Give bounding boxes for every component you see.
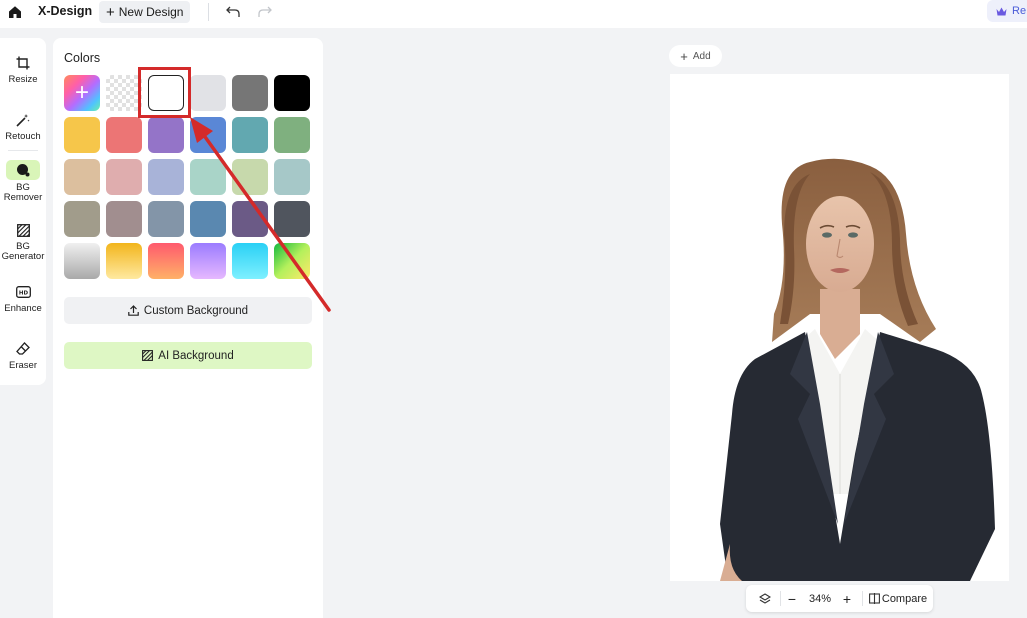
color-swatch[interactable]: [190, 243, 226, 279]
upgrade-label: Re: [1012, 5, 1027, 17]
plus-icon: +: [106, 3, 115, 21]
zoom-in-button[interactable]: +: [839, 589, 855, 608]
color-swatch[interactable]: [274, 117, 310, 153]
color-swatch[interactable]: [64, 243, 100, 279]
add-color-swatch[interactable]: +: [64, 75, 100, 111]
portrait-photo: [720, 158, 995, 581]
zoom-out-button[interactable]: −: [784, 589, 800, 608]
tool-bg-generator[interactable]: BG Generator: [0, 221, 46, 262]
undo-button[interactable]: [224, 3, 242, 21]
color-swatch[interactable]: [106, 201, 142, 237]
design-canvas[interactable]: [670, 74, 1009, 581]
tool-divider: [8, 150, 38, 151]
toolbar-divider: [862, 591, 863, 606]
toolbar-divider: [780, 591, 781, 606]
color-swatch[interactable]: [232, 243, 268, 279]
tool-label: BG Remover: [3, 182, 43, 203]
redo-icon: [258, 6, 272, 17]
hatch-square-icon: [142, 350, 154, 361]
color-swatch[interactable]: [274, 201, 310, 237]
upload-icon: [128, 305, 139, 316]
compare-icon: [868, 593, 880, 604]
crop-icon: [14, 54, 32, 72]
colors-panel: Colors + Custom Background AI Background: [53, 38, 323, 618]
plus-icon: +: [74, 79, 89, 106]
top-bar: X-Design + New Design Re: [0, 0, 1027, 28]
home-button[interactable]: [6, 3, 24, 21]
ai-background-button[interactable]: AI Background: [64, 342, 312, 369]
plus-icon: +: [680, 48, 688, 64]
color-swatch[interactable]: [274, 159, 310, 195]
tool-strip: Resize Retouch BG Remover BG Generator H…: [0, 38, 46, 385]
crown-icon: [996, 7, 1007, 15]
color-swatch[interactable]: [232, 75, 268, 111]
transparent-swatch[interactable]: [106, 75, 142, 111]
color-swatch[interactable]: [106, 243, 142, 279]
color-swatch-selected[interactable]: [148, 75, 184, 111]
layers-button[interactable]: [756, 589, 774, 608]
eraser-icon: [14, 340, 32, 358]
custom-background-button[interactable]: Custom Background: [64, 297, 312, 324]
redo-button[interactable]: [256, 3, 274, 21]
tool-label: Retouch: [5, 131, 41, 142]
color-swatch[interactable]: [106, 117, 142, 153]
color-swatch[interactable]: [274, 243, 310, 279]
minus-icon: −: [787, 590, 797, 607]
new-design-button[interactable]: + New Design: [99, 1, 191, 23]
magic-wand-icon: [14, 111, 32, 129]
new-design-label: New Design: [118, 5, 184, 19]
compare-button[interactable]: Compare: [868, 589, 928, 608]
color-swatch[interactable]: [64, 159, 100, 195]
custom-background-label: Custom Background: [143, 304, 249, 317]
tool-eraser[interactable]: Eraser: [0, 340, 46, 371]
color-swatch[interactable]: [190, 201, 226, 237]
toolbar-divider: [208, 3, 209, 21]
add-page-button[interactable]: + Add: [669, 45, 722, 67]
svg-text:HD: HD: [18, 290, 28, 296]
color-swatch[interactable]: [148, 159, 184, 195]
ai-background-label: AI Background: [158, 349, 234, 362]
zoom-toolbar: − 34% + Compare: [746, 585, 933, 612]
color-swatch[interactable]: [64, 201, 100, 237]
color-swatch[interactable]: [64, 117, 100, 153]
hd-icon: HD: [14, 283, 32, 301]
app-title: X-Design: [38, 4, 93, 18]
color-swatch[interactable]: [190, 75, 226, 111]
color-swatch[interactable]: [148, 243, 184, 279]
tool-label: Eraser: [9, 360, 37, 371]
hatch-square-icon: [14, 221, 32, 239]
color-swatch[interactable]: [232, 201, 268, 237]
panel-title: Colors: [64, 51, 101, 65]
color-swatch[interactable]: [190, 159, 226, 195]
tool-retouch[interactable]: Retouch: [0, 111, 46, 142]
color-swatch[interactable]: [274, 75, 310, 111]
tool-label: Resize: [8, 74, 38, 85]
layers-icon: [759, 592, 771, 604]
bg-remover-icon: [6, 160, 40, 180]
color-swatch[interactable]: [190, 117, 226, 153]
tool-label: BG Generator: [1, 241, 45, 262]
zoom-level: 34%: [808, 592, 832, 605]
upgrade-button[interactable]: Re: [987, 0, 1027, 22]
undo-icon: [226, 6, 240, 17]
tool-enhance[interactable]: HD Enhance: [0, 283, 46, 314]
add-label: Add: [692, 50, 711, 62]
color-swatch[interactable]: [106, 159, 142, 195]
tool-resize[interactable]: Resize: [0, 54, 46, 85]
tool-bg-remover[interactable]: BG Remover: [0, 160, 46, 203]
plus-icon: +: [842, 590, 852, 607]
home-icon: [9, 6, 21, 18]
tool-label: Enhance: [4, 303, 42, 314]
color-swatch[interactable]: [232, 159, 268, 195]
compare-label: Compare: [881, 592, 928, 605]
color-swatch[interactable]: [232, 117, 268, 153]
color-swatch[interactable]: [148, 117, 184, 153]
color-swatch[interactable]: [148, 201, 184, 237]
